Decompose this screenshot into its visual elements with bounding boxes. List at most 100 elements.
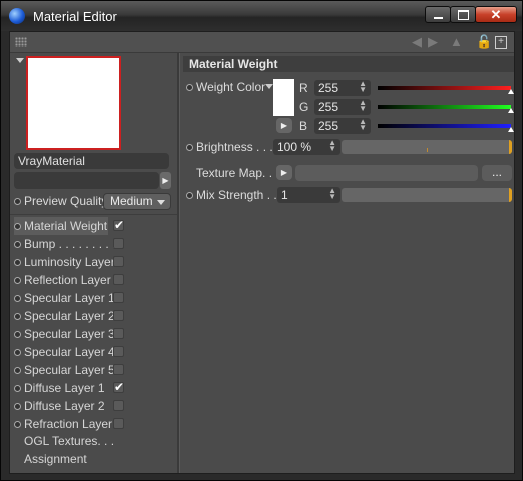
b-value-field[interactable]: 255 ▲ ▼ — [314, 118, 371, 134]
slider-tick — [427, 148, 428, 152]
channel-checkbox[interactable] — [113, 238, 124, 249]
channel-item[interactable]: Diffuse Layer 1 ✔ — [14, 379, 134, 397]
red-gradient-slider[interactable] — [378, 86, 511, 90]
color-menu-icon[interactable] — [265, 84, 273, 89]
r-label: R — [299, 81, 308, 95]
back-arrow-icon[interactable]: ◀ — [412, 34, 422, 50]
channel-item[interactable]: Reflection Layer — [14, 271, 134, 289]
channel-item[interactable]: Specular Layer 5 — [14, 361, 134, 379]
lock-icon[interactable]: 🔓 — [476, 34, 492, 50]
checkmark-icon: ✔ — [114, 380, 125, 394]
ogl-textures-item[interactable]: OGL Textures. . . — [24, 432, 144, 450]
texture-map-field[interactable] — [295, 165, 478, 181]
channel-checkbox[interactable] — [113, 274, 124, 285]
channel-item[interactable]: Specular Layer 3 — [14, 325, 134, 343]
channel-item[interactable]: Specular Layer 4 — [14, 343, 134, 361]
material-name-field[interactable]: VrayMaterial — [14, 153, 169, 169]
channel-checkbox[interactable] — [113, 364, 124, 375]
channel-label: Specular Layer 1 — [24, 291, 115, 305]
channel-radio[interactable] — [14, 403, 21, 411]
channel-radio[interactable] — [14, 421, 21, 429]
channel-radio[interactable] — [14, 385, 21, 393]
channel-item[interactable]: Specular Layer 2 — [14, 307, 134, 325]
slider-handle[interactable] — [509, 188, 512, 202]
spinner-icon[interactable]: ▲ ▼ — [328, 187, 336, 201]
preview-quality-radio[interactable] — [14, 198, 21, 206]
spinner-icon[interactable]: ▲ ▼ — [328, 139, 336, 153]
title-bar[interactable]: Material Editor ✕ — [1, 1, 522, 31]
color-options-button[interactable]: ▶ — [276, 118, 292, 133]
maximize-button[interactable] — [450, 6, 476, 23]
browse-button[interactable]: ... — [482, 165, 512, 181]
spinner-icon[interactable]: ▲ ▼ — [359, 118, 367, 132]
channel-item[interactable]: Material Weight ✔ — [14, 217, 124, 235]
channel-checkbox[interactable] — [113, 328, 124, 339]
weight-color-radio[interactable] — [186, 84, 193, 92]
channel-label: Refraction Layer — [24, 417, 113, 431]
channel-checkbox[interactable]: ✔ — [113, 218, 125, 232]
channel-item[interactable]: Luminosity Layer — [14, 253, 134, 271]
blue-slider-handle[interactable] — [508, 127, 514, 132]
channel-label: Reflection Layer — [24, 273, 111, 287]
new-window-icon[interactable]: + — [495, 36, 507, 49]
mix-strength-text: Mix Strength . . . — [196, 188, 284, 202]
channel-checkbox[interactable] — [113, 256, 124, 267]
brightness-slider[interactable] — [342, 140, 512, 154]
channel-item[interactable]: Refraction Layer — [14, 415, 134, 433]
slider-handle[interactable] — [509, 140, 512, 154]
channel-item[interactable]: Specular Layer 1 — [14, 289, 134, 307]
channel-checkbox[interactable] — [113, 346, 124, 357]
texture-options-button[interactable]: ▶ — [276, 165, 292, 180]
channel-radio[interactable] — [14, 313, 21, 321]
up-arrow-icon[interactable]: ▲ — [450, 34, 463, 49]
channel-radio[interactable] — [14, 259, 21, 267]
channel-checkbox[interactable] — [113, 418, 124, 429]
spinner-icon[interactable]: ▲ ▼ — [359, 80, 367, 94]
green-gradient-slider[interactable] — [378, 105, 511, 109]
checkmark-icon: ✔ — [114, 218, 125, 232]
editor-client-area: ◀ ▶ ▲ 🔓 + VrayMaterial ▶ Preview Quality… — [9, 31, 515, 474]
chevron-down-icon — [157, 200, 165, 205]
channel-checkbox[interactable] — [113, 310, 124, 321]
mix-strength-field[interactable]: 1 ▲ ▼ — [277, 187, 340, 203]
minimize-button[interactable] — [425, 6, 451, 23]
material-preview[interactable] — [26, 56, 121, 150]
forward-arrow-icon[interactable]: ▶ — [428, 34, 438, 50]
channel-checkbox[interactable] — [113, 292, 124, 303]
material-path-field[interactable] — [14, 172, 159, 189]
channel-radio[interactable] — [14, 277, 21, 285]
brightness-radio[interactable] — [186, 144, 193, 152]
red-slider-handle[interactable] — [508, 89, 514, 94]
r-value-field[interactable]: 255 ▲ ▼ — [314, 80, 371, 96]
b-label: B — [299, 119, 308, 133]
maximize-icon — [457, 9, 469, 20]
spinner-icon[interactable]: ▲ ▼ — [359, 99, 367, 113]
channel-item[interactable]: Diffuse Layer 2 — [14, 397, 134, 415]
preview-quality-label: Preview Quality — [14, 193, 107, 210]
channel-item[interactable]: Bump . . . . . . . . . — [14, 235, 134, 253]
blue-gradient-slider[interactable] — [378, 124, 511, 128]
channel-radio[interactable] — [14, 223, 21, 231]
channel-checkbox[interactable] — [113, 400, 124, 411]
channel-label: Specular Layer 2 — [24, 309, 115, 323]
app-icon — [9, 8, 25, 24]
path-arrow-button[interactable]: ▶ — [160, 172, 171, 189]
mix-strength-radio[interactable] — [186, 192, 193, 200]
brightness-field[interactable]: 100 % ▲ ▼ — [273, 139, 340, 155]
toolbar: ◀ ▶ ▲ 🔓 + — [10, 32, 514, 53]
channel-checkbox[interactable]: ✔ — [113, 380, 125, 394]
channel-radio[interactable] — [14, 331, 21, 339]
green-slider-handle[interactable] — [508, 108, 514, 113]
grip-icon[interactable] — [15, 37, 27, 47]
preview-quality-select[interactable]: Medium — [103, 193, 171, 210]
channel-radio[interactable] — [14, 367, 21, 375]
channel-radio[interactable] — [14, 349, 21, 357]
channel-radio[interactable] — [14, 241, 21, 249]
channel-radio[interactable] — [14, 295, 21, 303]
mix-strength-slider[interactable] — [342, 188, 512, 202]
weight-color-swatch[interactable] — [273, 79, 294, 116]
preview-menu-icon[interactable] — [16, 58, 24, 63]
close-button[interactable]: ✕ — [475, 6, 517, 23]
g-value-field[interactable]: 255 ▲ ▼ — [314, 99, 371, 115]
assignment-item[interactable]: Assignment — [24, 450, 144, 468]
